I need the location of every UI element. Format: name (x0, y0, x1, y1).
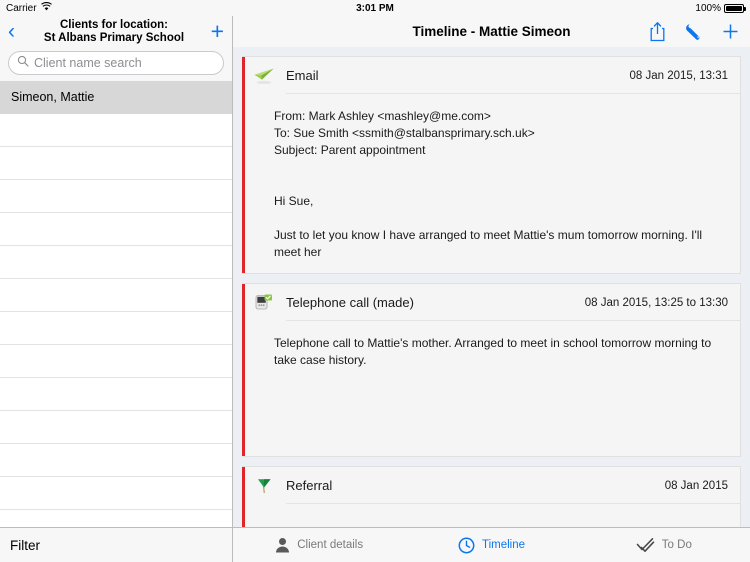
entry-title: Email (286, 68, 319, 83)
list-item[interactable] (0, 246, 232, 279)
timeline-list[interactable]: Email 08 Jan 2015, 13:31 From: Mark Ashl… (233, 47, 750, 527)
search-icon (17, 54, 29, 72)
app-root: Carrier 3:01 PM 100% ‹ Clients for locat… (0, 0, 750, 562)
share-icon[interactable] (649, 21, 666, 42)
list-item[interactable] (0, 477, 232, 510)
sidebar-title: Clients for location: St Albans Primary … (24, 19, 204, 45)
search-box[interactable] (8, 51, 224, 75)
tab-label: To Do (661, 539, 692, 551)
entry-body: Telephone call (made) 08 Jan 2015, 13:25… (245, 284, 740, 456)
sidebar-title-line2: St Albans Primary School (43, 31, 185, 44)
list-item[interactable] (0, 411, 232, 444)
entry-content: From: Mark Ashley <mashley@me.com> To: S… (274, 109, 703, 259)
entry-content: Telephone call to Mattie's mother. Arran… (274, 336, 715, 367)
list-item[interactable] (0, 444, 232, 477)
list-item[interactable] (0, 279, 232, 312)
list-item[interactable] (0, 114, 232, 147)
tab-label: Timeline (481, 539, 525, 551)
client-list[interactable]: Simeon, Mattie (0, 81, 232, 527)
entry-content (245, 504, 740, 527)
list-item[interactable] (0, 312, 232, 345)
entry-date: 08 Jan 2015 (664, 479, 728, 492)
sidebar-nav-bar: ‹ Clients for location: St Albans Primar… (0, 16, 232, 47)
tab-to-do[interactable]: To Do (578, 537, 750, 553)
person-icon (275, 537, 290, 553)
list-item[interactable] (0, 213, 232, 246)
timeline-entry-referral[interactable]: Referral 08 Jan 2015 (242, 466, 741, 527)
referral-flag-icon (252, 476, 276, 496)
clients-sidebar: ‹ Clients for location: St Albans Primar… (0, 16, 233, 562)
status-bar-time: 3:01 PM (356, 2, 394, 14)
list-item-client[interactable]: Simeon, Mattie (0, 81, 232, 114)
entry-body: Referral 08 Jan 2015 (245, 467, 740, 527)
battery-full-icon (724, 3, 746, 13)
tab-bar: Client details Timeline To Do (233, 527, 750, 562)
status-bar: Carrier 3:01 PM 100% (0, 0, 750, 16)
list-item[interactable] (0, 147, 232, 180)
clock-icon (458, 537, 475, 554)
entry-body: Email 08 Jan 2015, 13:31 From: Mark Ashl… (245, 57, 740, 273)
entry-title: Referral (286, 478, 333, 493)
tab-timeline[interactable]: Timeline (405, 537, 577, 554)
checkmarks-icon (636, 537, 655, 553)
filter-label: Filter (10, 537, 40, 553)
detail-pane: Timeline - Mattie Simeon Email 08 Jan 20… (233, 16, 750, 562)
split-view: ‹ Clients for location: St Albans Primar… (0, 16, 750, 562)
list-item[interactable] (0, 378, 232, 411)
add-entry-plus-icon[interactable] (721, 22, 740, 41)
entry-date: 08 Jan 2015, 13:25 to 13:30 (584, 296, 728, 309)
entry-title: Telephone call (made) (286, 295, 414, 310)
entry-header: Email 08 Jan 2015, 13:31 (245, 57, 740, 94)
list-item[interactable] (0, 510, 232, 527)
filter-bar[interactable]: Filter (0, 527, 232, 562)
client-name-label: Simeon, Mattie (11, 90, 95, 104)
tab-label: Client details (297, 539, 364, 551)
status-bar-right: 100% (695, 2, 746, 14)
list-item[interactable] (0, 345, 232, 378)
list-item[interactable] (0, 180, 232, 213)
client-name-search-input[interactable] (34, 56, 215, 70)
tab-client-details[interactable]: Client details (233, 537, 405, 553)
timeline-entry-email[interactable]: Email 08 Jan 2015, 13:31 From: Mark Ashl… (242, 56, 741, 274)
entry-header: Referral 08 Jan 2015 (245, 467, 740, 504)
battery-percent-label: 100% (695, 2, 721, 14)
entry-header: Telephone call (made) 08 Jan 2015, 13:25… (245, 284, 740, 321)
entry-date: 08 Jan 2015, 13:31 (629, 69, 728, 82)
wrench-icon[interactable] (684, 22, 703, 41)
search-bar (0, 47, 232, 81)
add-client-plus-icon[interactable]: + (211, 20, 224, 43)
telephone-call-icon (252, 293, 276, 312)
sidebar-title-line1: Clients for location: (60, 18, 168, 31)
timeline-entry-telephone-call[interactable]: Telephone call (made) 08 Jan 2015, 13:25… (242, 283, 741, 457)
detail-nav-bar: Timeline - Mattie Simeon (233, 16, 750, 47)
email-paper-plane-icon (252, 67, 276, 85)
nav-actions (649, 21, 740, 42)
